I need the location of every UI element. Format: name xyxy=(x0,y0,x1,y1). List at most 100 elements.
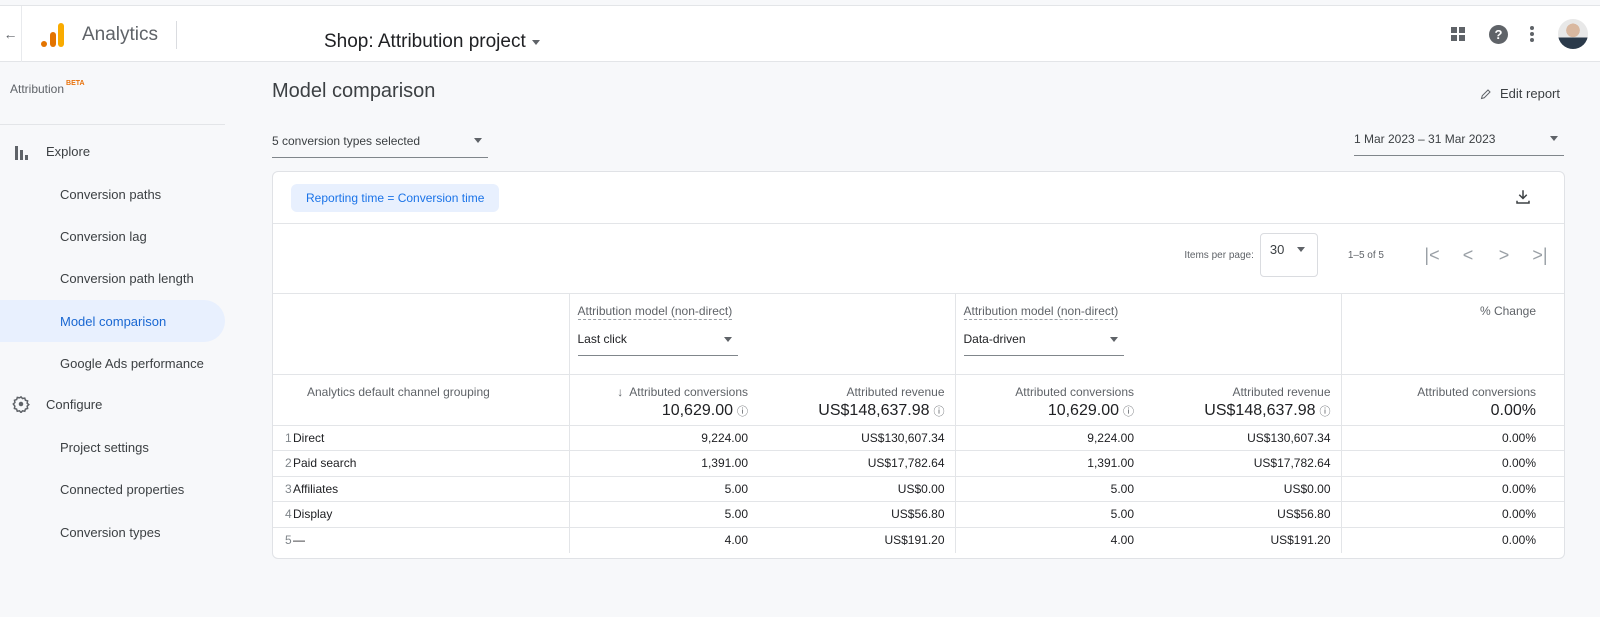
channel-cell: 3Affiliates xyxy=(273,476,570,502)
model-comparison-table: Attribution model (non-direct) Last clic… xyxy=(273,294,1564,553)
info-icon[interactable]: ⓘ xyxy=(1123,406,1134,418)
avatar[interactable] xyxy=(1558,19,1588,49)
model-a-conversions: 9,224.00 xyxy=(569,425,758,451)
channel-cell: 1Direct xyxy=(273,425,570,451)
sidebar-section-configure[interactable]: Configure xyxy=(0,386,225,422)
info-icon[interactable]: ⓘ xyxy=(737,406,748,418)
filter-chip[interactable]: Reporting time = Conversion time xyxy=(291,184,500,212)
channel-name: Affiliates xyxy=(293,481,339,496)
sidebar-item-conversion-paths[interactable]: Conversion paths xyxy=(0,173,225,215)
sidebar-item-model-comparison[interactable]: Model comparison xyxy=(0,300,225,342)
column-header-a-conversions[interactable]: ↓ Attributed conversions 10,629.00 ⓘ xyxy=(569,374,758,426)
last-page-button[interactable]: >| xyxy=(1522,245,1558,266)
table-row[interactable]: 2Paid search 1,391.00 US$17,782.64 1,391… xyxy=(273,450,1564,477)
pct-change-value: 0.00% xyxy=(1501,533,1536,547)
column-header-b-conversions[interactable]: Attributed conversions 10,629.00 ⓘ xyxy=(955,374,1144,426)
report-card: Reporting time = Conversion time Items p… xyxy=(272,171,1565,559)
top-app-bar: ← Analytics Shop: Attribution project ? xyxy=(0,5,1600,62)
next-page-button[interactable]: > xyxy=(1486,245,1522,266)
sidebar-divider xyxy=(0,124,225,125)
channel-name: Display xyxy=(293,507,333,522)
column-label: Attributed conversions xyxy=(629,384,748,399)
help-glyph: ? xyxy=(1494,26,1503,42)
conversion-types-value: 5 conversion types selected xyxy=(272,133,421,148)
sidebar-item-label: Conversion types xyxy=(60,524,161,540)
column-header-a-revenue[interactable]: Attributed revenue US$148,637.98 ⓘ xyxy=(758,374,956,426)
edit-report-label: Edit report xyxy=(1500,86,1560,101)
model-a-label: Attribution model (non-direct) xyxy=(577,304,733,320)
channel-name: Direct xyxy=(293,430,325,445)
sidebar-item-project-settings[interactable]: Project settings xyxy=(0,426,225,468)
back-button[interactable]: ← xyxy=(0,6,22,62)
total-a-revenue: US$148,637.98 xyxy=(818,401,930,419)
model-a-header: Attribution model (non-direct) Last clic… xyxy=(569,294,956,375)
column-header-pct-change[interactable]: Attributed conversions 0.00% xyxy=(1341,374,1564,426)
model-a-revenue: US$130,607.34 xyxy=(758,425,956,451)
arrow-left-icon: ← xyxy=(3,26,18,42)
table-row[interactable]: 3Affiliates 5.00 US$0.00 5.00 US$0.00 0.… xyxy=(273,476,1564,502)
info-icon[interactable]: ⓘ xyxy=(934,406,945,418)
date-range-value: 1 Mar 2023 – 31 Mar 2023 xyxy=(1354,131,1496,146)
model-a-revenue: US$0.00 xyxy=(758,476,956,502)
sidebar-section-explore[interactable]: Explore xyxy=(0,133,225,169)
sidebar-item-label: Google Ads performance xyxy=(60,355,204,371)
column-label: Attributed revenue xyxy=(1232,384,1331,399)
column-header-b-revenue[interactable]: Attributed revenue US$148,637.98 ⓘ xyxy=(1144,374,1342,426)
channel-cell: 5— xyxy=(273,527,570,553)
table-row[interactable]: 1Direct 9,224.00 US$130,607.34 9,224.00 … xyxy=(273,425,1564,451)
model-b-select[interactable]: Data-driven xyxy=(963,328,1124,356)
model-a-revenue: US$17,782.64 xyxy=(758,450,956,477)
model-a-revenue: US$56.80 xyxy=(758,501,956,528)
table-row[interactable]: 4Display 5.00 US$56.80 5.00 US$56.80 0.0… xyxy=(273,501,1564,528)
previous-page-button[interactable]: < xyxy=(1450,245,1486,266)
total-b-conversions: 10,629.00 xyxy=(1047,401,1119,419)
info-icon[interactable]: ⓘ xyxy=(1320,406,1331,418)
model-b-revenue: US$130,607.34 xyxy=(1144,425,1342,451)
caret-down-icon xyxy=(1109,336,1118,342)
items-per-page-select[interactable]: 30 xyxy=(1259,233,1318,277)
date-range-select[interactable]: 1 Mar 2023 – 31 Mar 2023 xyxy=(1354,128,1564,156)
sidebar-item-conversion-path-length[interactable]: Conversion path length xyxy=(0,257,225,299)
pct-change-value: 0.00% xyxy=(1341,425,1564,451)
edit-report-button[interactable]: Edit report xyxy=(1480,86,1560,101)
caret-down-icon xyxy=(474,138,482,143)
row-index: 3 xyxy=(285,481,292,496)
apps-grid-icon[interactable] xyxy=(1451,27,1465,41)
row-index: 5 xyxy=(285,533,292,547)
row-index: 1 xyxy=(285,430,292,445)
sidebar-item-label: Conversion path length xyxy=(60,270,194,286)
sidebar-section-label: Explore xyxy=(46,143,91,159)
sidebar-item-label: Project settings xyxy=(60,439,149,455)
total-value: US$148,637.98 ⓘ xyxy=(1144,402,1331,420)
pct-change-value: 0.00% xyxy=(1341,501,1564,528)
total-a-conversions: 10,629.00 xyxy=(661,401,733,419)
download-icon[interactable] xyxy=(1514,188,1532,206)
channel-cell: 4Display xyxy=(273,501,570,528)
conversion-types-select[interactable]: 5 conversion types selected xyxy=(272,130,488,158)
card-divider xyxy=(273,223,1564,224)
table-row[interactable]: 5— 4.00 US$191.20 4.00 US$191.20 0.00% xyxy=(273,527,1564,553)
help-icon[interactable]: ? xyxy=(1489,24,1508,44)
bar-chart-icon xyxy=(12,142,30,160)
more-vert-icon[interactable] xyxy=(1530,26,1534,42)
model-b-conversions: 4.00 xyxy=(1110,533,1134,547)
row-index: 2 xyxy=(285,456,292,471)
model-a-conversions: 4.00 xyxy=(724,533,748,547)
model-a-select[interactable]: Last click xyxy=(577,328,738,356)
model-b-conversions: 9,224.00 xyxy=(955,425,1144,451)
total-value: 10,629.00 ⓘ xyxy=(570,401,748,420)
sidebar-item-conversion-lag[interactable]: Conversion lag xyxy=(0,215,225,257)
caret-down-icon xyxy=(723,336,732,342)
column-label: Attributed revenue xyxy=(846,384,945,399)
model-a-conversions: 5.00 xyxy=(569,501,758,528)
property-picker[interactable]: Shop: Attribution project xyxy=(324,31,540,53)
first-page-button[interactable]: |< xyxy=(1414,245,1450,266)
sidebar-item-google-ads-performance[interactable]: Google Ads performance xyxy=(0,342,225,384)
dimension-header[interactable]: Analytics default channel grouping xyxy=(273,374,570,426)
sidebar-item-connected-properties[interactable]: Connected properties xyxy=(0,468,225,510)
model-b-revenue: US$17,782.64 xyxy=(1144,450,1342,477)
empty-header-cell xyxy=(273,294,570,375)
sidebar-item-conversion-types[interactable]: Conversion types xyxy=(0,511,225,553)
column-label: Attributed conversions xyxy=(1417,384,1536,399)
app-name: Analytics xyxy=(82,24,159,45)
